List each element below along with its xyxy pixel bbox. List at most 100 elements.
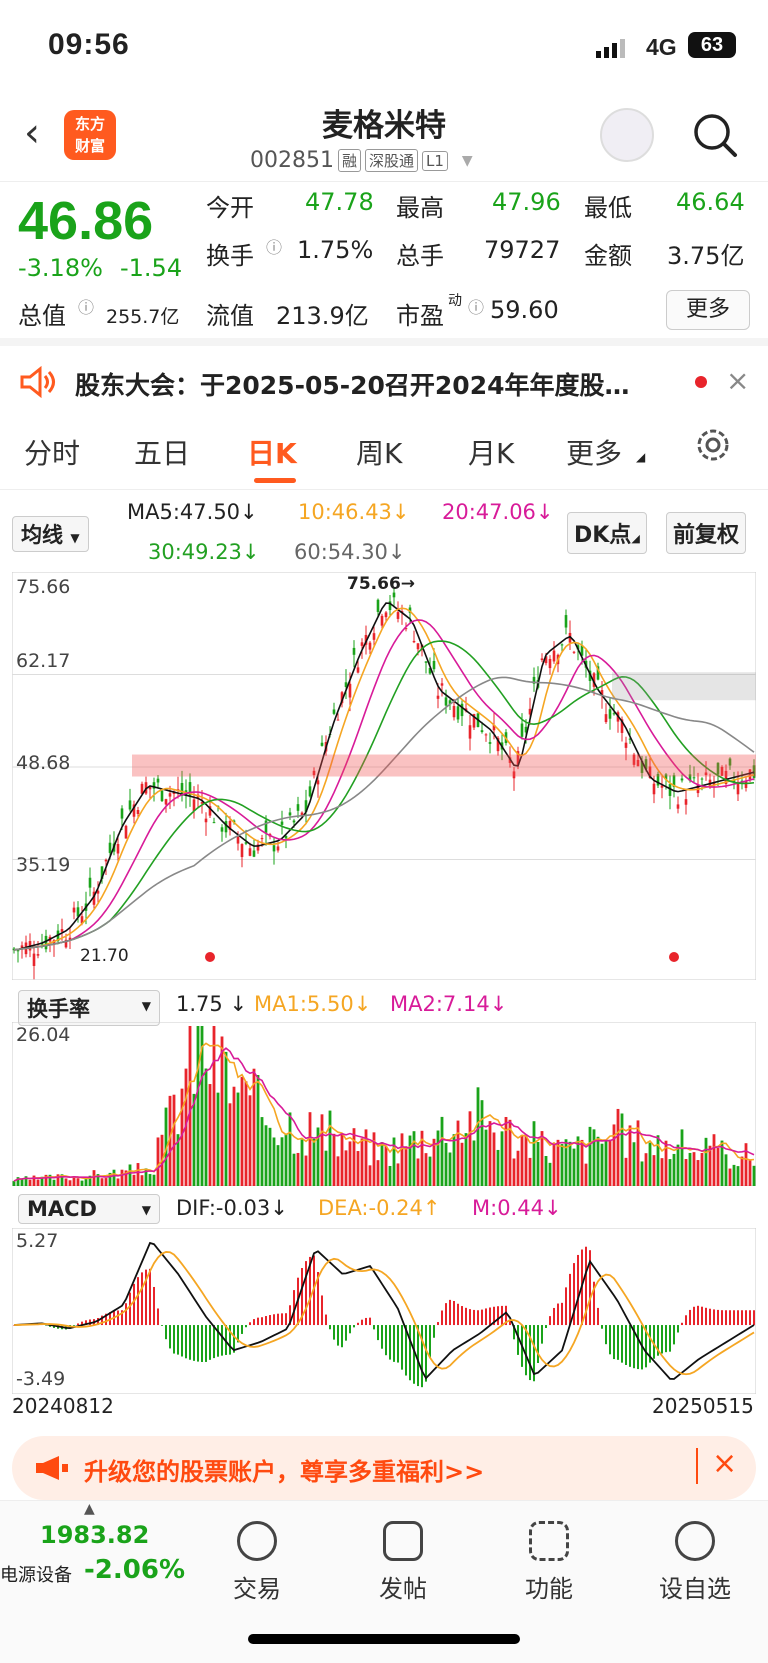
nav-trade[interactable]: 交易 (202, 1521, 312, 1604)
macd-bar (181, 1325, 183, 1357)
tab-five-day[interactable]: 五日 (134, 432, 190, 472)
kline-chart[interactable]: 75.66 62.17 48.68 35.19 75.66→ 21.70 (11, 571, 757, 981)
macd-bar (189, 1325, 191, 1360)
turnover-chart[interactable]: 26.04 (11, 1021, 757, 1187)
search-icon[interactable] (690, 110, 740, 160)
turnover-bar (236, 1092, 240, 1186)
turnover-bar (80, 1180, 84, 1186)
tab-monthly-k[interactable]: 月K (468, 432, 514, 472)
turnover-bar (668, 1159, 672, 1186)
macd-m: M:0.44↓ (472, 1196, 562, 1220)
gear-icon[interactable] (694, 426, 732, 468)
close-icon[interactable]: × (712, 1446, 737, 1481)
macd-bar (457, 1303, 459, 1326)
margin-tag: 融 (337, 149, 361, 172)
macd-bar (185, 1325, 187, 1359)
macd-bar (385, 1325, 387, 1356)
macd-bar (153, 1286, 155, 1326)
notice-text: 股东大会：于2025-05-20召开2024年年度股… (75, 371, 630, 400)
turnover-bar (476, 1087, 480, 1186)
turnover-selector[interactable]: 换手率 ▼ (18, 990, 160, 1026)
macd-bar (393, 1325, 395, 1362)
candle-body (692, 777, 696, 779)
candle-body (120, 808, 124, 819)
tab-more[interactable]: 更多 (566, 432, 622, 472)
macd-bar (425, 1325, 427, 1382)
robot-avatar-icon[interactable] (600, 108, 654, 162)
turnover-bar (188, 1026, 192, 1186)
turnover-bar (412, 1131, 416, 1186)
macd-bar (197, 1325, 199, 1362)
turnover-bar (284, 1134, 288, 1186)
grid-icon (529, 1521, 569, 1561)
macd-bar (597, 1307, 599, 1326)
candle-body (252, 850, 256, 857)
macd-bar (529, 1325, 531, 1381)
pe-value: 59.60 (490, 296, 559, 324)
more-button[interactable]: 更多 (666, 290, 750, 330)
turnover-bar (320, 1114, 324, 1186)
turnover-label: 换手 (206, 242, 254, 270)
nav-functions[interactable]: 功能 (494, 1521, 604, 1604)
turnover-bar (264, 1125, 268, 1186)
index-percent: -2.06% (84, 1555, 185, 1585)
turnover-bar (328, 1110, 332, 1186)
macd-selector[interactable]: MACD ▼ (18, 1194, 160, 1224)
turnover-bar (228, 1103, 232, 1186)
macd-bar (209, 1325, 211, 1360)
candle-body (608, 709, 612, 719)
promo-banner[interactable]: 升级您的股票账户，尊享多重福利>> × (12, 1436, 756, 1500)
dk-point-button[interactable]: DK点◢ (567, 512, 647, 554)
turnover-bar (496, 1149, 500, 1186)
close-icon[interactable]: × (726, 364, 749, 397)
turnover-bar (256, 1075, 260, 1186)
tab-daily-k[interactable]: 日K (247, 432, 297, 472)
index-value[interactable]: 1983.82 (40, 1521, 149, 1549)
macd-bar (745, 1310, 747, 1326)
quote-panel: 46.86 -3.18% -1.54 今开 47.78 最高 47.96 最低 … (0, 182, 768, 346)
turnover-bar (432, 1138, 436, 1186)
turnover-bar (632, 1142, 636, 1186)
notice-bar[interactable]: 股东大会：于2025-05-20召开2024年年度股… × (0, 354, 768, 410)
candle-body (160, 790, 164, 802)
turnover-bar (472, 1140, 476, 1186)
candle-body (384, 612, 388, 618)
info-icon[interactable]: ⓘ (78, 294, 94, 318)
macd-bar (437, 1322, 439, 1326)
candle-body (548, 658, 552, 669)
tab-weekly-k[interactable]: 周K (356, 432, 402, 472)
macd-bar (497, 1306, 499, 1326)
change-percent: -3.18% (18, 254, 103, 282)
candle-body (416, 643, 420, 650)
info-icon[interactable]: ⓘ (468, 294, 484, 318)
turnover-bar (580, 1139, 584, 1186)
candle-body (436, 695, 440, 699)
turnover-bar (652, 1155, 656, 1186)
adjust-button[interactable]: 前复权 (666, 512, 747, 554)
volume-label: 总手 (396, 242, 444, 270)
turnover-bar (12, 1181, 16, 1186)
float-label: 流值 (206, 302, 254, 330)
turnover-ma2-line (13, 1047, 755, 1182)
macd-bar (617, 1325, 619, 1360)
info-icon[interactable]: ⓘ (266, 234, 282, 258)
turnover-bar (68, 1180, 72, 1186)
nav-watchlist[interactable]: 设自选 (640, 1521, 750, 1604)
chevron-down-icon[interactable]: ▼ (462, 153, 473, 169)
macd-bar (221, 1325, 223, 1356)
tab-intraday[interactable]: 分时 (24, 432, 80, 472)
turnover-bar (400, 1133, 404, 1186)
macd-bar (373, 1325, 375, 1330)
turnover-bar (440, 1116, 444, 1186)
macd-chart[interactable]: 5.27 -3.49 (11, 1227, 757, 1395)
macd-bar (285, 1313, 287, 1326)
nav-post[interactable]: 发帖 (348, 1521, 458, 1604)
turnover-bar (204, 1068, 208, 1186)
triangle-up-icon: ▲ (84, 1501, 95, 1517)
turnover-ma1-line (13, 1042, 755, 1182)
turnover-bar (684, 1159, 688, 1186)
turnover-bar (212, 1026, 216, 1186)
turnover-bar (356, 1151, 360, 1186)
indicator-selector[interactable]: 均线 ▼ (12, 516, 89, 552)
candle-body (356, 667, 360, 673)
